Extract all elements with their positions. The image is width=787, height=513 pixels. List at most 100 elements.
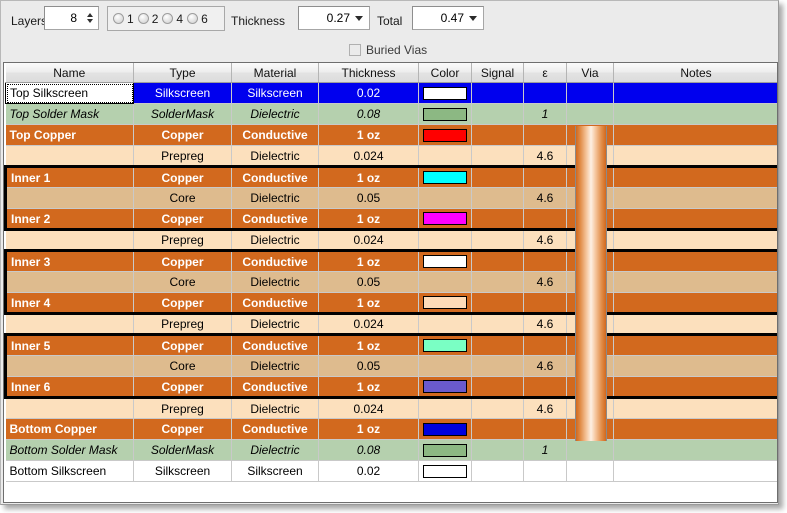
cell-thickness[interactable]: 0.024 (318, 313, 419, 335)
cell-epsilon[interactable]: 4.6 (523, 229, 567, 251)
cell-epsilon[interactable]: 4.6 (523, 271, 567, 293)
cell-material[interactable]: Dielectric (231, 229, 319, 251)
cell-via[interactable] (566, 208, 614, 231)
table-row[interactable]: Core Dielectric 0.05 4.6 (4, 187, 777, 209)
cell-material[interactable]: Dielectric (231, 145, 319, 167)
cell-signal[interactable] (471, 208, 524, 231)
cell-signal[interactable] (471, 397, 524, 419)
cell-type[interactable]: Core (133, 187, 232, 209)
cell-signal[interactable] (471, 145, 524, 167)
table-row[interactable]: Top Solder Mask SolderMask Dielectric 0.08 1 (5, 103, 777, 125)
cell-signal[interactable] (471, 124, 524, 146)
cell-name[interactable]: Inner 2 (4, 208, 134, 231)
cell-notes[interactable] (613, 397, 777, 419)
cell-epsilon[interactable]: 4.6 (523, 355, 567, 377)
cell-via[interactable] (566, 145, 614, 167)
table-row[interactable]: Inner 2 Copper Conductive 1 oz (4, 208, 777, 231)
table-row[interactable]: Bottom Silkscreen Silkscreen Silkscreen 0.0… (5, 460, 777, 482)
cell-thickness[interactable]: 1 oz (318, 165, 419, 188)
cell-signal[interactable] (471, 249, 524, 272)
cell-color[interactable] (418, 355, 472, 377)
cell-thickness[interactable]: 0.08 (318, 439, 419, 461)
cell-type[interactable]: Silkscreen (133, 460, 232, 482)
cell-name[interactable] (5, 145, 134, 167)
cell-notes[interactable] (613, 124, 777, 146)
cell-notes[interactable] (613, 355, 777, 377)
buried-vias-checkbox[interactable]: Buried Vias (349, 43, 427, 57)
table-row[interactable]: Core Dielectric 0.05 4.6 (4, 271, 777, 293)
table-row[interactable]: Top Copper Copper Conductive 1 oz (5, 124, 777, 146)
radio-option-1[interactable]: 1 (113, 12, 134, 26)
cell-notes[interactable] (613, 418, 777, 440)
cell-epsilon[interactable] (523, 124, 567, 146)
cell-material[interactable]: Conductive (231, 292, 319, 315)
cell-name[interactable] (4, 355, 134, 377)
cell-thickness[interactable]: 1 oz (318, 292, 419, 315)
cell-material[interactable]: Dielectric (231, 313, 319, 335)
column-header-name[interactable]: Name (5, 63, 134, 83)
table-row[interactable]: Prepreg Dielectric 0.024 4.6 (5, 313, 777, 335)
cell-color[interactable] (418, 145, 472, 167)
radio-icon[interactable] (113, 13, 124, 24)
cell-name[interactable]: Top Copper (5, 124, 134, 146)
cell-via[interactable] (566, 460, 614, 482)
table-row[interactable]: Prepreg Dielectric 0.024 4.6 (5, 229, 777, 251)
color-swatch[interactable] (423, 422, 467, 436)
cell-epsilon[interactable]: 4.6 (523, 397, 567, 419)
cell-via[interactable] (566, 187, 614, 209)
cell-type[interactable]: Copper (133, 165, 232, 188)
cell-name[interactable]: Bottom Silkscreen (5, 460, 134, 482)
cell-thickness[interactable]: 0.05 (318, 355, 419, 377)
cell-via[interactable] (566, 292, 614, 315)
cell-via[interactable] (566, 124, 614, 146)
cell-epsilon[interactable] (523, 292, 567, 315)
cell-name[interactable]: Bottom Copper (5, 418, 134, 440)
cell-signal[interactable] (471, 418, 524, 440)
cell-name[interactable]: Inner 6 (4, 376, 134, 399)
cell-thickness[interactable]: 1 oz (318, 249, 419, 272)
cell-color[interactable] (418, 187, 472, 209)
cell-thickness[interactable]: 0.08 (318, 103, 419, 125)
table-row[interactable]: Top Silkscreen Silkscreen Silkscreen 0.02 (5, 82, 777, 104)
cell-type[interactable]: Copper (133, 292, 232, 315)
cell-thickness[interactable]: 0.024 (318, 145, 419, 167)
cell-material[interactable]: Dielectric (231, 103, 319, 125)
cell-notes[interactable] (613, 229, 777, 251)
cell-epsilon[interactable] (523, 418, 567, 440)
color-swatch[interactable] (423, 380, 467, 393)
cell-material[interactable]: Conductive (231, 376, 319, 399)
cell-material[interactable]: Silkscreen (231, 460, 319, 482)
column-header-thickness[interactable]: Thickness (318, 63, 419, 83)
cell-notes[interactable] (613, 208, 777, 231)
color-swatch[interactable] (423, 128, 467, 142)
cell-type[interactable]: SolderMask (133, 103, 232, 125)
cell-notes[interactable] (613, 103, 777, 125)
cell-name[interactable]: Inner 3 (4, 249, 134, 272)
cell-name[interactable]: Top Solder Mask (5, 103, 134, 125)
radio-icon[interactable] (137, 13, 149, 24)
cell-thickness[interactable]: 1 oz (318, 376, 419, 399)
cell-color[interactable] (418, 82, 472, 104)
cell-notes[interactable] (613, 460, 777, 482)
cell-thickness[interactable]: 1 oz (318, 124, 419, 146)
cell-signal[interactable] (471, 82, 524, 104)
cell-notes[interactable] (613, 145, 777, 167)
cell-notes[interactable] (613, 313, 777, 335)
table-row[interactable]: Prepreg Dielectric 0.024 4.6 (5, 397, 777, 419)
cell-material[interactable]: Conductive (231, 333, 319, 356)
cell-signal[interactable] (471, 229, 524, 251)
cell-type[interactable]: Prepreg (133, 397, 232, 419)
cell-type[interactable]: Copper (133, 376, 232, 399)
layer-count-radio-group[interactable]: 1 2 4 6 (107, 6, 225, 31)
cell-notes[interactable] (613, 187, 777, 209)
cell-notes[interactable] (613, 82, 777, 104)
cell-color[interactable] (418, 103, 472, 125)
chevron-down-icon[interactable] (355, 15, 363, 21)
table-row[interactable]: Bottom Solder Mask SolderMask Dielectric 0.… (5, 439, 777, 461)
cell-epsilon[interactable] (523, 165, 567, 188)
cell-type[interactable]: Copper (133, 208, 232, 231)
cell-name[interactable] (5, 229, 134, 251)
cell-type[interactable]: Prepreg (133, 229, 232, 251)
spinner-up-icon[interactable] (87, 13, 93, 17)
cell-material[interactable]: Dielectric (231, 187, 319, 209)
